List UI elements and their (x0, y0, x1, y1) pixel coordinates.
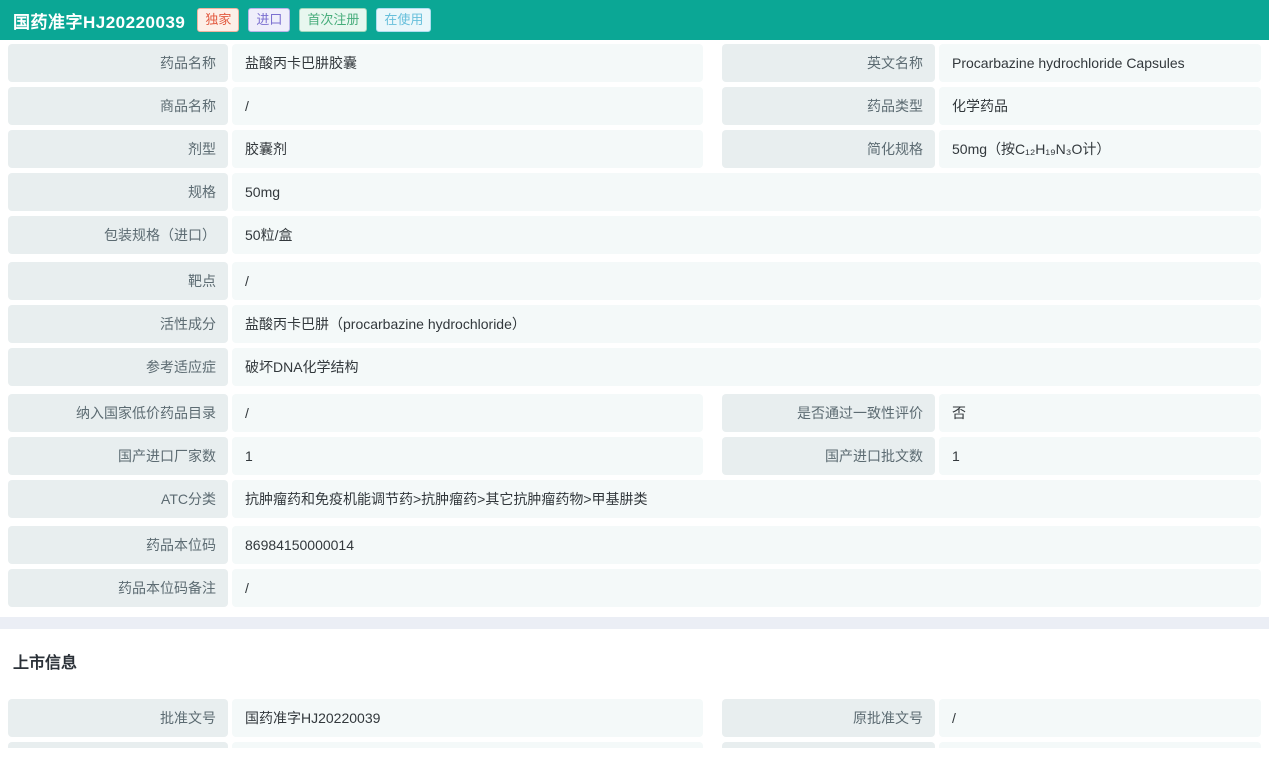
field-label: 是否通过一致性评价 (722, 394, 935, 432)
info-row: 剂型胶囊剂简化规格50mg（按C₁₂H₁₉N₃O计） (8, 130, 1261, 168)
field-label: 药品本位码 (8, 526, 228, 564)
field-label: 批准文号 (8, 699, 228, 737)
field-label: 药品名称 (8, 44, 228, 82)
field-value: 否 (939, 394, 1261, 432)
field-label: 靶点 (8, 262, 228, 300)
status-badge: 在使用 (376, 8, 431, 32)
field-value: 50粒/盒 (232, 216, 1261, 254)
field-value: / (939, 699, 1261, 737)
field-value (232, 742, 703, 748)
basic-info-groups: 药品名称盐酸丙卡巴肼胶囊英文名称Procarbazine hydrochlori… (8, 44, 1261, 607)
info-row: 活性成分盐酸丙卡巴肼（procarbazine hydrochloride） (8, 305, 1261, 343)
field-label: 包装规格（进口） (8, 216, 228, 254)
approval-header: 国药准字HJ20220039 独家进口首次注册在使用 (0, 0, 1269, 40)
field-value: / (232, 394, 703, 432)
info-row: ATC分类抗肿瘤药和免疫机能调节药>抗肿瘤药>其它抗肿瘤药物>甲基肼类 (8, 480, 1261, 518)
info-row: 国产进口厂家数1国产进口批文数1 (8, 437, 1261, 475)
field-label: 简化规格 (722, 130, 935, 168)
field-value: 1 (939, 437, 1261, 475)
field-label: 商品名称 (8, 87, 228, 125)
marketing-section-heading: 上市信息 (13, 654, 1261, 674)
field-label: 纳入国家低价药品目录 (8, 394, 228, 432)
marketing-rows: 批准文号国药准字HJ20220039 原批准文号/ (8, 699, 1261, 748)
field-value (939, 742, 1261, 748)
field-value: / (232, 262, 1261, 300)
info-row: 参考适应症破坏DNA化学结构 (8, 348, 1261, 386)
field-label: 规格 (8, 173, 228, 211)
info-row: 药品本位码86984150000014 (8, 526, 1261, 564)
info-row: 批准文号国药准字HJ20220039 原批准文号/ (8, 699, 1261, 737)
field-label: 药品类型 (722, 87, 935, 125)
status-badge: 首次注册 (299, 8, 367, 32)
field-value: 胶囊剂 (232, 130, 703, 168)
info-row: 规格50mg (8, 173, 1261, 211)
field-label: 国产进口批文数 (722, 437, 935, 475)
info-group: 靶点/活性成分盐酸丙卡巴肼（procarbazine hydrochloride… (8, 262, 1261, 386)
field-value: 盐酸丙卡巴肼（procarbazine hydrochloride） (232, 305, 1261, 343)
status-badge: 进口 (248, 8, 290, 32)
info-group: 药品名称盐酸丙卡巴肼胶囊英文名称Procarbazine hydrochlori… (8, 44, 1261, 254)
field-value: 化学药品 (939, 87, 1261, 125)
info-row (8, 742, 1261, 748)
info-row: 包装规格（进口）50粒/盒 (8, 216, 1261, 254)
info-row: 靶点/ (8, 262, 1261, 300)
field-label: 原批准文号 (722, 699, 935, 737)
field-value: 抗肿瘤药和免疫机能调节药>抗肿瘤药>其它抗肿瘤药物>甲基肼类 (232, 480, 1261, 518)
info-group: 药品本位码86984150000014药品本位码备注/ (8, 526, 1261, 607)
field-label: 参考适应症 (8, 348, 228, 386)
field-value: Procarbazine hydrochloride Capsules (939, 44, 1261, 82)
field-value: 86984150000014 (232, 526, 1261, 564)
field-value: 1 (232, 437, 703, 475)
field-label: 剂型 (8, 130, 228, 168)
field-value: / (232, 87, 703, 125)
field-label: ATC分类 (8, 480, 228, 518)
info-row: 商品名称/ 药品类型化学药品 (8, 87, 1261, 125)
info-row: 纳入国家低价药品目录/ 是否通过一致性评价否 (8, 394, 1261, 432)
field-value: 50mg（按C₁₂H₁₉N₃O计） (939, 130, 1261, 168)
field-label (722, 742, 935, 748)
info-row: 药品名称盐酸丙卡巴肼胶囊英文名称Procarbazine hydrochlori… (8, 44, 1261, 82)
field-label: 药品本位码备注 (8, 569, 228, 607)
field-value: 50mg (232, 173, 1261, 211)
page-title: 国药准字HJ20220039 (13, 8, 185, 33)
badge-list: 独家进口首次注册在使用 (197, 8, 431, 32)
field-value: 破坏DNA化学结构 (232, 348, 1261, 386)
field-label: 英文名称 (722, 44, 935, 82)
field-label: 活性成分 (8, 305, 228, 343)
info-group: 纳入国家低价药品目录/是否通过一致性评价否国产进口厂家数1国产进口批文数1ATC… (8, 394, 1261, 518)
drug-detail-content: 药品名称盐酸丙卡巴肼胶囊英文名称Procarbazine hydrochlori… (0, 40, 1269, 748)
field-label: 国产进口厂家数 (8, 437, 228, 475)
field-value: 盐酸丙卡巴肼胶囊 (232, 44, 703, 82)
section-divider (0, 617, 1269, 629)
field-value: / (232, 569, 1261, 607)
field-value: 国药准字HJ20220039 (232, 699, 703, 737)
field-label (8, 742, 228, 748)
info-row: 药品本位码备注/ (8, 569, 1261, 607)
status-badge: 独家 (197, 8, 239, 32)
